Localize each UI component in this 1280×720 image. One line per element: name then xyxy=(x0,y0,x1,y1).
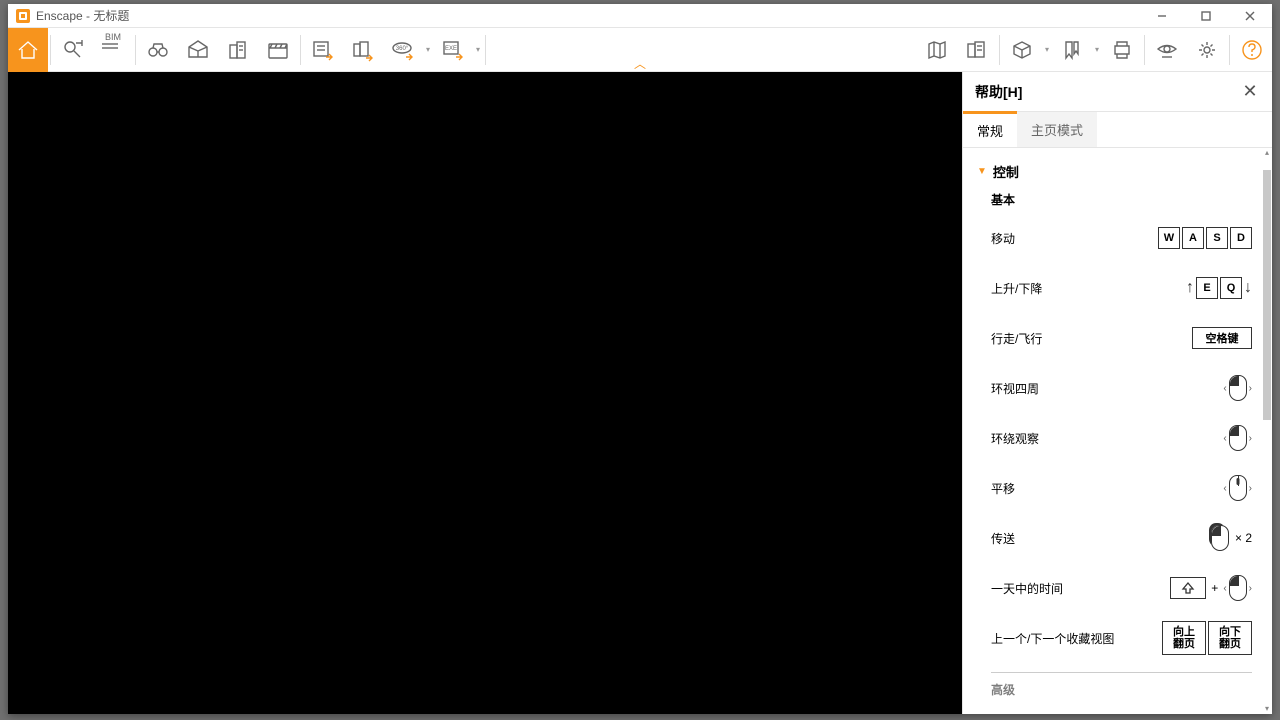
bookmark-dropdown[interactable]: ▾ xyxy=(1092,45,1102,54)
label-updown: 上升/下降 xyxy=(991,280,1186,297)
scroll-up-icon[interactable]: ▴ xyxy=(1262,148,1272,158)
mouse-left-icon xyxy=(1229,375,1247,401)
app-logo-icon xyxy=(16,9,30,23)
binoculars-button[interactable] xyxy=(138,28,178,72)
label-look: 环视四周 xyxy=(991,380,1223,397)
home-button[interactable] xyxy=(8,28,48,72)
tab-general[interactable]: 常规 xyxy=(963,111,1017,146)
perspective-button[interactable] xyxy=(178,28,218,72)
cube-dropdown[interactable]: ▾ xyxy=(1042,45,1052,54)
titlebar: Enscape - 无标题 xyxy=(8,4,1272,28)
scrollbar[interactable]: ▴ ▾ xyxy=(1262,148,1272,714)
settings-button[interactable] xyxy=(1187,28,1227,72)
up-arrow-icon: ↑ xyxy=(1186,279,1194,297)
map-button[interactable] xyxy=(917,28,957,72)
mouse-left-icon xyxy=(1229,575,1247,601)
triangle-down-icon: ▼ xyxy=(977,166,987,177)
pageup-key: 向上 翻页 xyxy=(1162,621,1206,655)
visibility-button[interactable] xyxy=(1147,28,1187,72)
label-orbit: 环绕观察 xyxy=(991,430,1223,447)
shift-key-icon xyxy=(1170,577,1206,599)
viewport[interactable] xyxy=(8,72,962,714)
help-title: 帮助[H] xyxy=(975,82,1022,102)
maximize-button[interactable] xyxy=(1184,4,1228,28)
mouse-left-icon xyxy=(1229,425,1247,451)
navigate-button[interactable] xyxy=(53,28,93,72)
section-controls[interactable]: ▼控制 xyxy=(977,162,1252,181)
label-prevnext: 上一个/下一个收藏视图 xyxy=(991,630,1162,647)
scroll-down-icon[interactable]: ▾ xyxy=(1262,704,1272,714)
subsection-advanced: 高级 xyxy=(977,681,1252,698)
assets-button[interactable] xyxy=(957,28,997,72)
window-title: Enscape - 无标题 xyxy=(36,7,129,24)
help-panel: 帮助[H] ✕ 常规 主页模式 ▼控制 基本 移动 W A S D 上 xyxy=(962,72,1272,714)
export-exe-button[interactable]: EXE xyxy=(433,28,473,72)
updown-keys: ↑ E Q ↓ xyxy=(1186,277,1252,299)
mouse-doubleclick-icon xyxy=(1211,525,1229,551)
cube-button[interactable] xyxy=(1002,28,1042,72)
divider xyxy=(991,672,1252,673)
svg-text:360°: 360° xyxy=(396,46,409,52)
scroll-thumb[interactable] xyxy=(1263,170,1271,420)
tab-home-mode[interactable]: 主页模式 xyxy=(1017,112,1097,147)
label-timeofday: 一天中的时间 xyxy=(991,580,1170,597)
space-key: 空格键 xyxy=(1192,327,1252,349)
export-building-button[interactable] xyxy=(303,28,343,72)
label-teleport: 传送 xyxy=(991,530,1211,547)
close-button[interactable] xyxy=(1228,4,1272,28)
label-walkfly: 行走/飞行 xyxy=(991,330,1192,347)
video-button[interactable] xyxy=(258,28,298,72)
down-arrow-icon: ↓ xyxy=(1244,279,1252,297)
subsection-basic: 基本 xyxy=(977,191,1252,208)
minimize-button[interactable] xyxy=(1140,4,1184,28)
export-360-dropdown[interactable]: ▾ xyxy=(423,45,433,54)
mouse-middle-icon xyxy=(1229,475,1247,501)
pagedown-key: 向下 翻页 xyxy=(1208,621,1252,655)
label-pan: 平移 xyxy=(991,480,1223,497)
export-360-button[interactable]: 360° xyxy=(383,28,423,72)
bim-button[interactable]: BIM xyxy=(93,28,133,72)
help-close-button[interactable]: ✕ xyxy=(1240,81,1260,102)
print-button[interactable] xyxy=(1102,28,1142,72)
toolbar: BIM 360° ▾ EXE ▾ ︿ ▾ ▾ xyxy=(8,28,1272,72)
label-move: 移动 xyxy=(991,230,1158,247)
export-buildings-button[interactable] xyxy=(343,28,383,72)
bookmark-button[interactable] xyxy=(1052,28,1092,72)
bim-label: BIM xyxy=(105,32,121,42)
svg-text:EXE: EXE xyxy=(445,46,457,52)
export-exe-dropdown[interactable]: ▾ xyxy=(473,45,483,54)
help-button[interactable] xyxy=(1232,28,1272,72)
wasd-keys: W A S D xyxy=(1158,227,1252,249)
toolbar-expand-icon[interactable]: ︿ xyxy=(634,55,646,72)
buildings-button[interactable] xyxy=(218,28,258,72)
